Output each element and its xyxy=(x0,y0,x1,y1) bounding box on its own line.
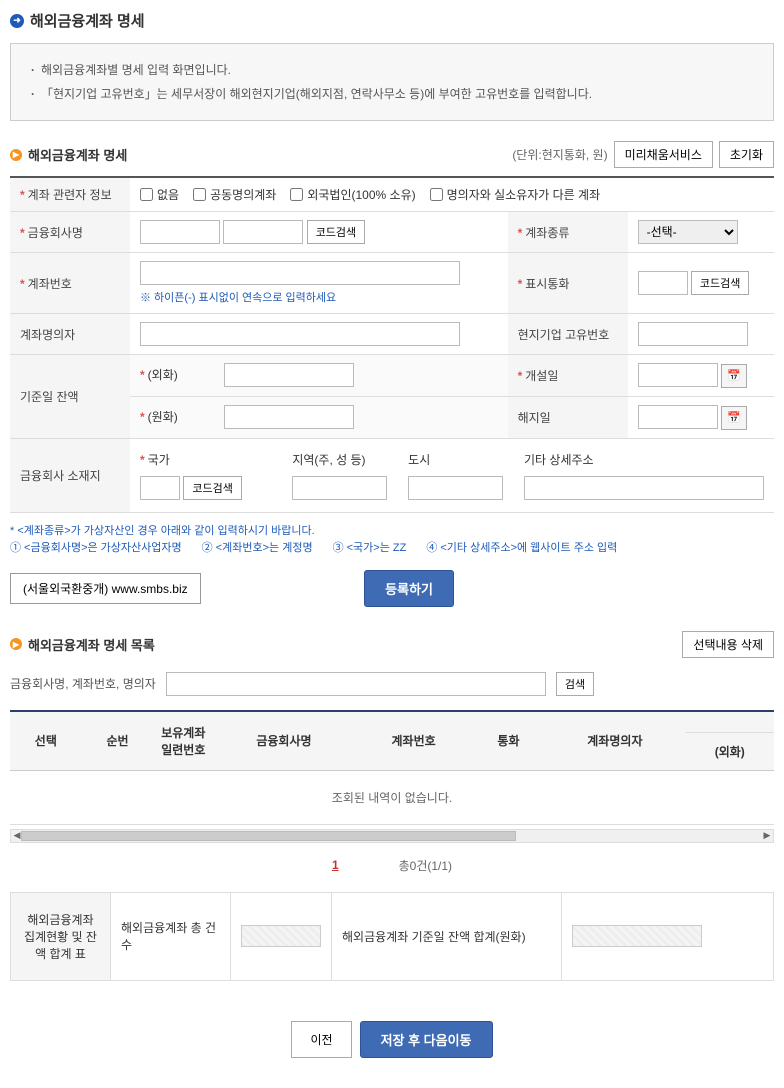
currency-input[interactable] xyxy=(638,271,688,295)
company-code-search-button[interactable]: 코드검색 xyxy=(307,220,365,244)
search-input[interactable] xyxy=(166,672,546,696)
balance-krw-input[interactable] xyxy=(224,405,354,429)
list-table: 선택 순번 보유계좌일련번호 금융회사명 계좌번호 통화 계좌명의자 (외화) … xyxy=(10,710,774,825)
prefill-button[interactable]: 미리채움서비스 xyxy=(614,141,713,168)
page-title: ➜ 해외금융계좌 명세 xyxy=(10,10,774,31)
section-detail-title: ▶ 해외금융계좌 명세 xyxy=(10,145,127,164)
smbs-link-button[interactable]: (서울외국환중개) www.smbs.biz xyxy=(10,573,201,604)
total-count-readonly xyxy=(241,925,321,947)
unit-text: (단위:현지통화, 원) xyxy=(512,146,607,163)
country-input[interactable] xyxy=(140,476,180,500)
addr-etc-input[interactable] xyxy=(524,476,764,500)
open-date-input[interactable] xyxy=(638,363,718,387)
col-currency: 통화 xyxy=(473,711,545,771)
chk-diff[interactable]: 명의자와 실소유자가 다른 계좌 xyxy=(430,186,601,203)
chk-none[interactable]: 없음 xyxy=(140,186,179,203)
info-box: 해외금융계좌별 명세 입력 화면입니다. 「현지기업 고유번호」는 세무서장이 … xyxy=(10,43,774,121)
scroll-right-icon[interactable]: ▶ xyxy=(761,830,773,842)
country-code-search-button[interactable]: 코드검색 xyxy=(183,476,241,500)
balance-fc-input[interactable] xyxy=(224,363,354,387)
company-code-input[interactable] xyxy=(140,220,220,244)
notes: * <계좌종류>가 가상자산인 경우 아래와 같이 입력하시기 바랍니다. ① … xyxy=(10,523,774,558)
close-date-input[interactable] xyxy=(638,405,718,429)
page-number[interactable]: 1 xyxy=(332,858,339,872)
horizontal-scrollbar[interactable]: ◀ ▶ xyxy=(10,829,774,843)
prev-button[interactable]: 이전 xyxy=(291,1021,351,1058)
info-line-1: 해외금융계좌별 명세 입력 화면입니다. xyxy=(29,58,755,82)
summary-table: 해외금융계좌 집계현황 및 잔액 합계 표 해외금융계좌 총 건수 해외금융계좌… xyxy=(10,892,774,981)
account-no-hint: ※ 하이픈(-) 표시없이 연속으로 입력하세요 xyxy=(140,289,498,305)
chk-foreign[interactable]: 외국법인(100% 소유) xyxy=(290,186,415,203)
currency-code-search-button[interactable]: 코드검색 xyxy=(691,271,749,295)
arrow-right-icon: ➜ xyxy=(10,14,24,28)
account-no-input[interactable] xyxy=(140,261,460,285)
col-holder: 계좌명의자 xyxy=(544,711,685,771)
page-title-text: 해외금융계좌 명세 xyxy=(30,10,145,31)
col-hold-seq: 보유계좌일련번호 xyxy=(153,711,213,771)
search-button[interactable]: 검색 xyxy=(556,672,594,696)
total-balance-readonly xyxy=(572,925,702,947)
scrollbar-thumb[interactable] xyxy=(21,831,516,841)
col-account-no: 계좌번호 xyxy=(355,711,473,771)
summary-title: 해외금융계좌 집계현황 및 잔액 합계 표 xyxy=(11,892,111,980)
holder-input[interactable] xyxy=(140,322,460,346)
info-line-2: 「현지기업 고유번호」는 세무서장이 해외현지기업(해외지점, 연락사무소 등)… xyxy=(29,82,755,106)
local-no-input[interactable] xyxy=(638,322,748,346)
account-type-select[interactable]: -선택- xyxy=(638,220,738,244)
section-list-title: ▶ 해외금융계좌 명세 목록 xyxy=(10,635,155,654)
close-date-calendar-icon[interactable]: 📅 xyxy=(721,406,747,430)
bullet-icon: ▶ xyxy=(10,149,22,161)
delete-selected-button[interactable]: 선택내용 삭제 xyxy=(682,631,774,658)
col-seq: 순번 xyxy=(82,711,154,771)
col-fc: (외화) xyxy=(686,732,774,770)
empty-message: 조회된 내역이 없습니다. xyxy=(10,770,774,824)
chk-joint[interactable]: 공동명의계좌 xyxy=(193,186,276,203)
city-input[interactable] xyxy=(408,476,503,500)
register-button[interactable]: 등록하기 xyxy=(364,570,454,607)
company-name-input[interactable] xyxy=(223,220,303,244)
search-label: 금융회사명, 계좌번호, 명의자 xyxy=(10,675,156,692)
reset-button[interactable]: 초기화 xyxy=(719,141,774,168)
detail-form-table: *계좌 관련자 정보 없음 공동명의계좌 외국법인(100% 소유) 명의자와 … xyxy=(10,176,774,513)
col-select: 선택 xyxy=(10,711,82,771)
save-next-button[interactable]: 저장 후 다음이동 xyxy=(360,1021,493,1058)
table-empty-row: 조회된 내역이 없습니다. xyxy=(10,770,774,824)
open-date-calendar-icon[interactable]: 📅 xyxy=(721,364,747,388)
col-company: 금융회사명 xyxy=(213,711,354,771)
region-input[interactable] xyxy=(292,476,387,500)
bullet-icon: ▶ xyxy=(10,638,22,650)
page-info: 총0건(1/1) xyxy=(399,857,452,874)
